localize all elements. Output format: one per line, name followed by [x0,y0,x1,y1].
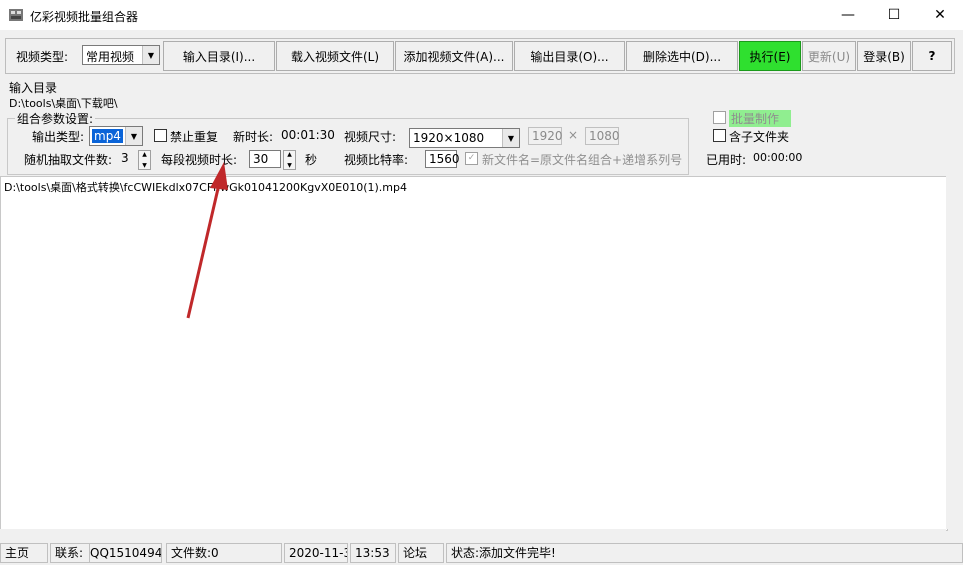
status-bar: 主页 联系: QQ15104946 文件数:0 2020-11-30 13:53… [0,541,963,565]
batch-label: 批量制作 [729,110,792,127]
params-group-title: 组合参数设置: [15,110,96,127]
video-type-label: 视频类型: [16,50,69,64]
seconds-unit: 秒 [305,153,318,167]
bitrate-input[interactable]: 1560 [425,150,460,168]
status-contact-label: 联系: [50,543,90,563]
new-duration-value: 00:01:30 [281,128,335,142]
input-dir-button[interactable]: 输入目录(I)... [163,41,275,71]
maximize-icon: ☐ [887,7,901,23]
check-icon: ✓ [467,153,476,163]
horizontal-scrollbar[interactable] [0,529,946,541]
add-video-button[interactable]: 添加视频文件(A)... [395,41,513,71]
new-duration-label: 新时长: [233,130,274,144]
output-type-select[interactable]: mp4 ▼ [89,126,143,146]
subfolder-checkbox[interactable] [713,129,726,142]
new-filename-label: 新文件名=原文件名组合+递增系列号 [482,153,683,167]
no-repeat-checkbox[interactable] [154,129,167,142]
status-file-count: 文件数:0 [166,543,282,563]
help-button[interactable]: ? [912,41,952,71]
maximize-button[interactable]: ☐ [871,0,917,30]
output-type-label: 输出类型: [32,130,85,144]
login-button[interactable]: 登录(B) [857,41,911,71]
chevron-down-icon: ▼ [502,129,519,147]
minimize-icon: — [841,7,855,23]
height-input[interactable]: 1080 [585,127,620,145]
app-icon [9,9,23,21]
execute-button[interactable]: 执行(E) [739,41,801,71]
load-video-button[interactable]: 载入视频文件(L) [276,41,394,71]
output-type-value: mp4 [92,129,123,143]
title-bar: 亿彩视频批量组合器 — ☐ ✕ [0,0,963,30]
no-repeat-label: 禁止重复 [170,130,219,144]
update-button[interactable]: 更新(U) [802,41,856,71]
toolbar: 视频类型: 常用视频 ▼ 输入目录(I)... 载入视频文件(L) 添加视频文件… [5,38,955,74]
vertical-scrollbar[interactable] [946,176,963,529]
annotation-arrow-icon [186,162,228,319]
batch-checkbox[interactable] [713,111,726,124]
video-type-select[interactable]: 常用视频 ▼ [82,45,160,65]
chevron-down-icon: ▼ [142,46,159,64]
video-size-value: 1920×1080 [413,131,485,145]
input-dir-label: 输入目录 [9,81,58,95]
random-count-label: 随机抽取文件数: [24,153,113,167]
output-dir-button[interactable]: 输出目录(O)... [514,41,625,71]
random-count-spinner[interactable]: ▲ ▼ [138,150,151,170]
spin-down-icon: ▼ [287,162,292,169]
status-home[interactable]: 主页 [0,543,48,563]
close-icon: ✕ [934,7,946,23]
file-list[interactable]: D:\tools\桌面\格式转换\fcCWIEkdlx07CFnwGk01041… [0,176,948,531]
bitrate-label: 视频比特率: [344,153,409,167]
elapsed-value: 00:00:00 [753,151,803,164]
subfolder-label: 含子文件夹 [729,130,790,144]
width-input[interactable]: 1920 [528,127,563,145]
status-date: 2020-11-30 [284,543,348,563]
new-filename-checkbox[interactable]: ✓ [465,152,478,165]
status-time: 13:53 [350,543,396,563]
close-button[interactable]: ✕ [917,0,963,30]
delete-selected-button[interactable]: 删除选中(D)... [626,41,738,71]
input-dir-path: D:\tools\桌面\下载吧\ [9,97,118,110]
elapsed-label: 已用时: [706,153,747,167]
chevron-down-icon: ▼ [125,127,142,145]
video-size-label: 视频尺寸: [344,130,397,144]
spin-up-icon: ▲ [287,151,292,158]
spin-down-icon: ▼ [142,162,147,169]
video-size-select[interactable]: 1920×1080 ▼ [409,128,520,148]
status-state: 状态:添加文件完毕! [446,543,963,563]
status-forum[interactable]: 论坛 [398,543,444,563]
spin-up-icon: ▲ [142,151,147,158]
window-title: 亿彩视频批量组合器 [30,10,139,24]
minimize-button[interactable]: — [825,0,871,30]
segment-duration-spinner[interactable]: ▲ ▼ [283,150,296,170]
status-qq[interactable]: QQ15104946 [86,543,162,563]
segment-duration-input[interactable]: 30 [249,150,281,168]
video-type-value: 常用视频 [86,50,135,64]
random-count-value: 3 [121,151,129,165]
times-sign: × [568,128,579,142]
